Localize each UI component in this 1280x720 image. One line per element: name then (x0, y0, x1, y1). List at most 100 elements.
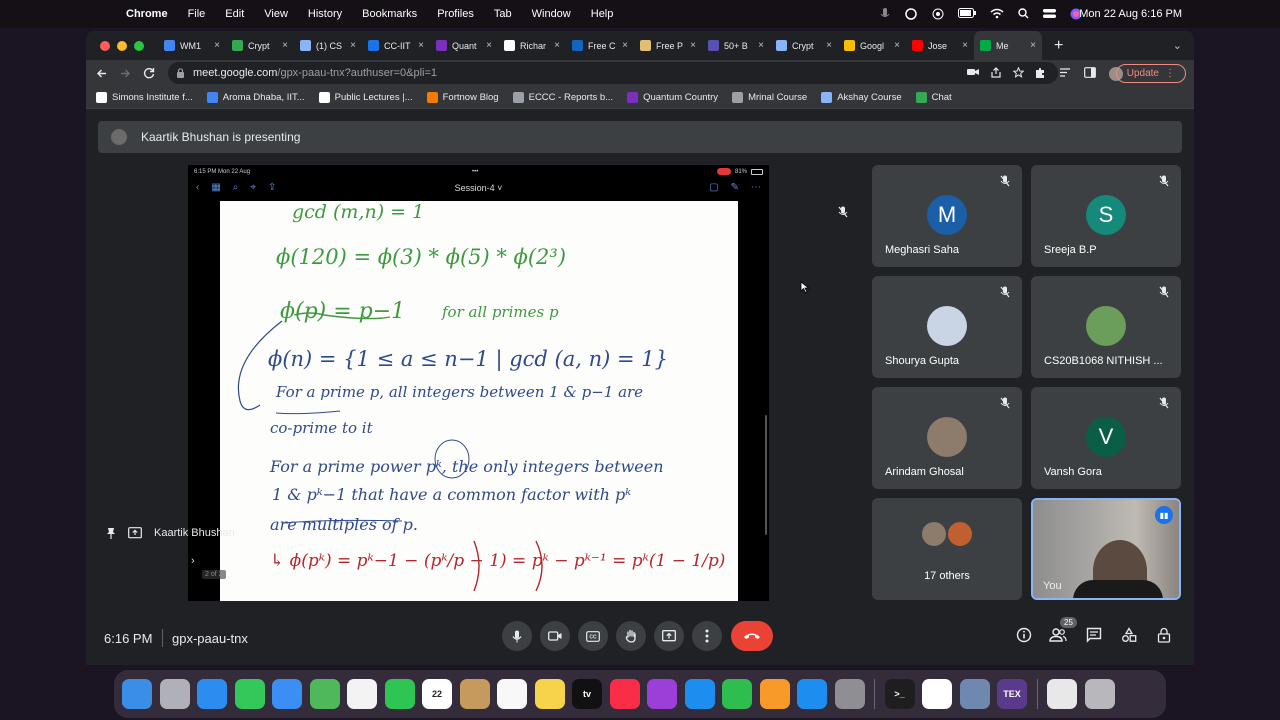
trash-icon[interactable] (1084, 679, 1115, 709)
mail-icon[interactable] (272, 679, 302, 709)
browser-tab[interactable]: Crypt × (770, 31, 838, 60)
launchpad-icon[interactable] (159, 679, 190, 709)
participant-tile[interactable]: CS20B1068 NITHISH ... (1031, 276, 1181, 378)
microphone-button[interactable] (502, 621, 532, 651)
others-tile[interactable]: 17 others (872, 498, 1022, 600)
meeting-details-icon[interactable] (1014, 627, 1034, 643)
host-controls-icon[interactable] (1154, 627, 1174, 643)
menu-edit[interactable]: Edit (225, 8, 244, 20)
close-window-button[interactable] (100, 40, 110, 51)
safari-icon[interactable] (197, 679, 227, 709)
bookmark-item[interactable]: Akshay Course (821, 92, 902, 103)
people-icon[interactable] (1048, 627, 1068, 643)
numbers-icon[interactable] (722, 679, 752, 709)
contacts-icon[interactable] (459, 679, 490, 709)
calendar-icon[interactable]: 22 (422, 679, 452, 709)
bookmark-item[interactable]: ECCC - Reports b... (512, 92, 613, 103)
wifi-icon[interactable] (990, 8, 1004, 19)
messages-icon[interactable] (234, 679, 265, 709)
creative-cloud-icon[interactable] (904, 8, 918, 20)
tab-close-icon[interactable]: × (962, 40, 968, 51)
reading-list-icon[interactable] (1059, 67, 1071, 78)
facetime-icon[interactable] (384, 679, 415, 709)
forward-arrow-icon[interactable] (120, 68, 131, 79)
lock-icon[interactable] (176, 68, 185, 78)
reminders-icon[interactable] (497, 679, 527, 709)
preview-icon[interactable] (959, 679, 990, 709)
tab-close-icon[interactable]: × (418, 40, 424, 51)
menu-bookmarks[interactable]: Bookmarks (362, 8, 417, 20)
tab-close-icon[interactable]: × (894, 40, 900, 51)
menu-file[interactable]: File (188, 8, 206, 20)
tab-close-icon[interactable]: × (758, 40, 764, 51)
minimize-window-button[interactable] (117, 40, 127, 51)
media-icon[interactable] (932, 8, 944, 20)
back-arrow-icon[interactable] (96, 68, 107, 79)
tab-close-icon[interactable]: × (350, 40, 356, 51)
control-center-icon[interactable] (1043, 8, 1056, 19)
tab-close-icon[interactable]: × (214, 40, 220, 51)
menu-help[interactable]: Help (591, 8, 614, 20)
finder-icon[interactable] (122, 679, 152, 709)
browser-tab[interactable]: Free P × (634, 31, 702, 60)
menu-window[interactable]: Window (532, 8, 571, 20)
appstore-icon[interactable] (797, 679, 827, 709)
participant-tile[interactable]: Arindam Ghosal (872, 387, 1022, 489)
music-icon[interactable] (609, 679, 640, 709)
chrome-icon[interactable] (922, 679, 952, 709)
browser-tab[interactable]: Free C × (566, 31, 634, 60)
leave-call-button[interactable] (731, 621, 773, 651)
present-now-button[interactable] (654, 621, 684, 651)
tab-close-icon[interactable]: × (282, 40, 288, 51)
menu-app-name[interactable]: Chrome (126, 8, 168, 20)
tab-close-icon[interactable]: × (826, 40, 832, 51)
browser-tab[interactable]: Jose × (906, 31, 974, 60)
pin-icon[interactable] (106, 527, 116, 539)
participant-tile[interactable]: M Meghasri Saha (872, 165, 1022, 267)
terminal-icon[interactable]: >_ (884, 679, 915, 709)
podcasts-icon[interactable] (647, 679, 677, 709)
keynote-icon[interactable] (684, 679, 715, 709)
menu-tab[interactable]: Tab (494, 8, 512, 20)
bookmark-star-icon[interactable] (1013, 67, 1024, 78)
more-options-button[interactable] (692, 621, 722, 651)
pages-icon[interactable] (759, 679, 790, 709)
extensions-puzzle-icon[interactable] (1034, 67, 1046, 79)
tab-close-icon[interactable]: × (486, 40, 492, 51)
systemprefs-icon[interactable] (834, 679, 865, 709)
browser-tab[interactable]: (1) CS × (294, 31, 362, 60)
slide-scrollbar[interactable] (765, 415, 767, 535)
captions-button[interactable]: CC (578, 621, 608, 651)
tab-close-icon[interactable]: × (554, 40, 560, 51)
appletv-icon[interactable]: tv (572, 679, 602, 709)
spotlight-search-icon[interactable] (1018, 8, 1029, 19)
menu-history[interactable]: History (308, 8, 342, 20)
activities-icon[interactable] (1119, 627, 1139, 643)
zoom-window-button[interactable] (134, 40, 144, 51)
share-icon[interactable] (991, 67, 1001, 78)
participant-tile[interactable]: S Sreeja B.P (1031, 165, 1181, 267)
new-tab-button[interactable]: + (1054, 37, 1063, 55)
browser-tab[interactable]: Googl × (838, 31, 906, 60)
browser-tab[interactable]: Crypt × (226, 31, 294, 60)
document-icon[interactable] (1047, 679, 1077, 709)
battery-icon[interactable] (958, 8, 976, 18)
camera-button[interactable] (540, 621, 570, 651)
side-panel-icon[interactable] (1084, 67, 1096, 78)
bookmark-item[interactable]: Mrinal Course (732, 92, 807, 103)
reload-icon[interactable] (143, 67, 155, 79)
photos-icon[interactable] (347, 679, 377, 709)
browser-tab[interactable]: 50+ B × (702, 31, 770, 60)
bookmark-item[interactable]: Public Lectures |... (318, 92, 413, 103)
raise-hand-button[interactable] (616, 621, 646, 651)
notes-icon[interactable] (534, 679, 565, 709)
chat-icon[interactable] (1084, 627, 1104, 643)
menubar-clock[interactable]: Mon 22 Aug 6:16 PM (1079, 8, 1182, 20)
browser-tab[interactable]: CC-IIT × (362, 31, 430, 60)
browser-tab[interactable]: Me × (974, 31, 1042, 60)
participant-tile[interactable]: Shourya Gupta (872, 276, 1022, 378)
browser-tab[interactable]: Quant × (430, 31, 498, 60)
bookmark-item[interactable]: Fortnow Blog (426, 92, 499, 103)
bookmark-item[interactable]: Simons Institute f... (96, 92, 193, 103)
bookmark-item[interactable]: Quantum Country (627, 92, 718, 103)
